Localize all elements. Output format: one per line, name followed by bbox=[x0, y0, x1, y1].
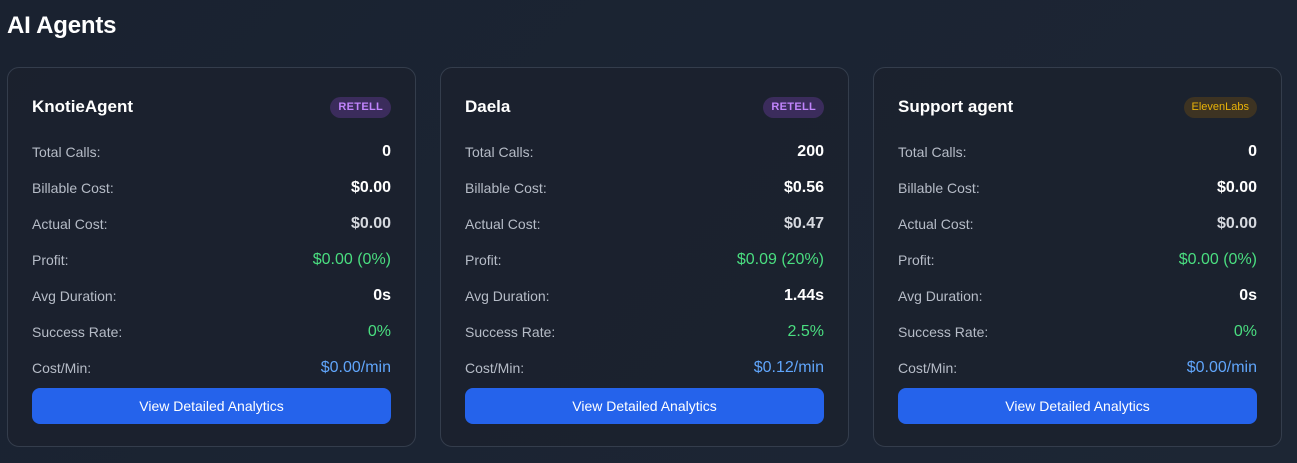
page-title: AI Agents bbox=[7, 12, 117, 39]
stat-label: Avg Duration: bbox=[32, 288, 117, 304]
billable-cost-value: $0.00 bbox=[1216, 179, 1257, 196]
billable-cost-value: $0.56 bbox=[783, 179, 824, 196]
agent-cards: KnotieAgent RETELL Total Calls: 0 Billab… bbox=[7, 67, 1282, 447]
profit-value: $0.09 (20%) bbox=[736, 251, 824, 268]
total-calls-value: 0 bbox=[382, 143, 391, 160]
stat-label: Actual Cost: bbox=[898, 216, 974, 232]
profit-value: $0.00 (0%) bbox=[1178, 251, 1257, 268]
actual-cost-value: $0.00 bbox=[1216, 215, 1257, 232]
stat-row-actual-cost: Actual Cost: $0.00 bbox=[898, 206, 1257, 242]
stat-row-profit: Profit: $0.00 (0%) bbox=[32, 242, 391, 278]
total-calls-value: 0 bbox=[1248, 143, 1257, 160]
success-rate-value: 0% bbox=[1233, 323, 1257, 340]
stat-label: Billable Cost: bbox=[465, 180, 547, 196]
actual-cost-value: $0.47 bbox=[783, 215, 824, 232]
stat-row-actual-cost: Actual Cost: $0.47 bbox=[465, 206, 824, 242]
stat-row-avg-duration: Avg Duration: 0s bbox=[898, 278, 1257, 314]
stat-row-success-rate: Success Rate: 2.5% bbox=[465, 314, 824, 350]
stat-label: Actual Cost: bbox=[32, 216, 108, 232]
cost-per-min-value: $0.00/min bbox=[1186, 359, 1257, 376]
total-calls-value: 200 bbox=[797, 143, 824, 160]
stat-row-profit: Profit: $0.00 (0%) bbox=[898, 242, 1257, 278]
stat-row-total-calls: Total Calls: 0 bbox=[32, 134, 391, 170]
card-header: Daela RETELL bbox=[465, 94, 824, 120]
stat-label: Total Calls: bbox=[32, 144, 101, 160]
avg-duration-value: 1.44s bbox=[783, 287, 824, 304]
cost-per-min-value: $0.12/min bbox=[753, 359, 824, 376]
stat-row-total-calls: Total Calls: 200 bbox=[465, 134, 824, 170]
cost-per-min-value: $0.00/min bbox=[320, 359, 391, 376]
stat-label: Avg Duration: bbox=[465, 288, 550, 304]
agent-name: KnotieAgent bbox=[32, 97, 134, 116]
stat-row-billable-cost: Billable Cost: $0.00 bbox=[32, 170, 391, 206]
success-rate-value: 2.5% bbox=[787, 323, 824, 340]
agent-stats: Total Calls: 0 Billable Cost: $0.00 Actu… bbox=[898, 134, 1257, 386]
stat-row-success-rate: Success Rate: 0% bbox=[32, 314, 391, 350]
stat-label: Actual Cost: bbox=[465, 216, 541, 232]
stat-label: Cost/Min: bbox=[32, 360, 92, 376]
stat-label: Success Rate: bbox=[32, 324, 123, 340]
card-header: KnotieAgent RETELL bbox=[32, 94, 391, 120]
card-header: Support agent ElevenLabs bbox=[898, 94, 1257, 120]
avg-duration-value: 0s bbox=[373, 287, 391, 304]
billable-cost-value: $0.00 bbox=[350, 179, 391, 196]
stat-row-success-rate: Success Rate: 0% bbox=[898, 314, 1257, 350]
stat-label: Total Calls: bbox=[898, 144, 967, 160]
stat-label: Profit: bbox=[32, 252, 69, 268]
stat-row-billable-cost: Billable Cost: $0.56 bbox=[465, 170, 824, 206]
agent-card: Daela RETELL Total Calls: 200 Billable C… bbox=[440, 67, 849, 447]
stat-row-billable-cost: Billable Cost: $0.00 bbox=[898, 170, 1257, 206]
view-analytics-button[interactable]: View Detailed Analytics bbox=[465, 388, 824, 424]
agent-stats: Total Calls: 200 Billable Cost: $0.56 Ac… bbox=[465, 134, 824, 386]
stat-row-avg-duration: Avg Duration: 0s bbox=[32, 278, 391, 314]
stat-label: Billable Cost: bbox=[32, 180, 114, 196]
stat-label: Billable Cost: bbox=[898, 180, 980, 196]
provider-badge: RETELL bbox=[763, 96, 824, 118]
view-analytics-button[interactable]: View Detailed Analytics bbox=[898, 388, 1257, 424]
agent-stats: Total Calls: 0 Billable Cost: $0.00 Actu… bbox=[32, 134, 391, 386]
stat-label: Profit: bbox=[465, 252, 502, 268]
stat-label: Total Calls: bbox=[465, 144, 534, 160]
stat-label: Success Rate: bbox=[465, 324, 556, 340]
stat-label: Cost/Min: bbox=[898, 360, 958, 376]
agent-card: KnotieAgent RETELL Total Calls: 0 Billab… bbox=[7, 67, 416, 447]
stat-label: Profit: bbox=[898, 252, 935, 268]
avg-duration-value: 0s bbox=[1239, 287, 1257, 304]
agent-card: Support agent ElevenLabs Total Calls: 0 … bbox=[873, 67, 1282, 447]
provider-badge: RETELL bbox=[330, 96, 391, 118]
stat-row-avg-duration: Avg Duration: 1.44s bbox=[465, 278, 824, 314]
success-rate-value: 0% bbox=[367, 323, 391, 340]
agent-name: Daela bbox=[465, 97, 511, 116]
stat-label: Cost/Min: bbox=[465, 360, 525, 376]
view-analytics-button[interactable]: View Detailed Analytics bbox=[32, 388, 391, 424]
actual-cost-value: $0.00 bbox=[350, 215, 391, 232]
stat-row-profit: Profit: $0.09 (20%) bbox=[465, 242, 824, 278]
profit-value: $0.00 (0%) bbox=[312, 251, 391, 268]
stat-label: Success Rate: bbox=[898, 324, 989, 340]
stat-label: Avg Duration: bbox=[898, 288, 983, 304]
stat-row-cost-per-min: Cost/Min: $0.12/min bbox=[465, 350, 824, 386]
stat-row-total-calls: Total Calls: 0 bbox=[898, 134, 1257, 170]
stat-row-cost-per-min: Cost/Min: $0.00/min bbox=[898, 350, 1257, 386]
agent-name: Support agent bbox=[898, 97, 1014, 116]
provider-badge: ElevenLabs bbox=[1183, 96, 1257, 118]
stat-row-actual-cost: Actual Cost: $0.00 bbox=[32, 206, 391, 242]
stat-row-cost-per-min: Cost/Min: $0.00/min bbox=[32, 350, 391, 386]
